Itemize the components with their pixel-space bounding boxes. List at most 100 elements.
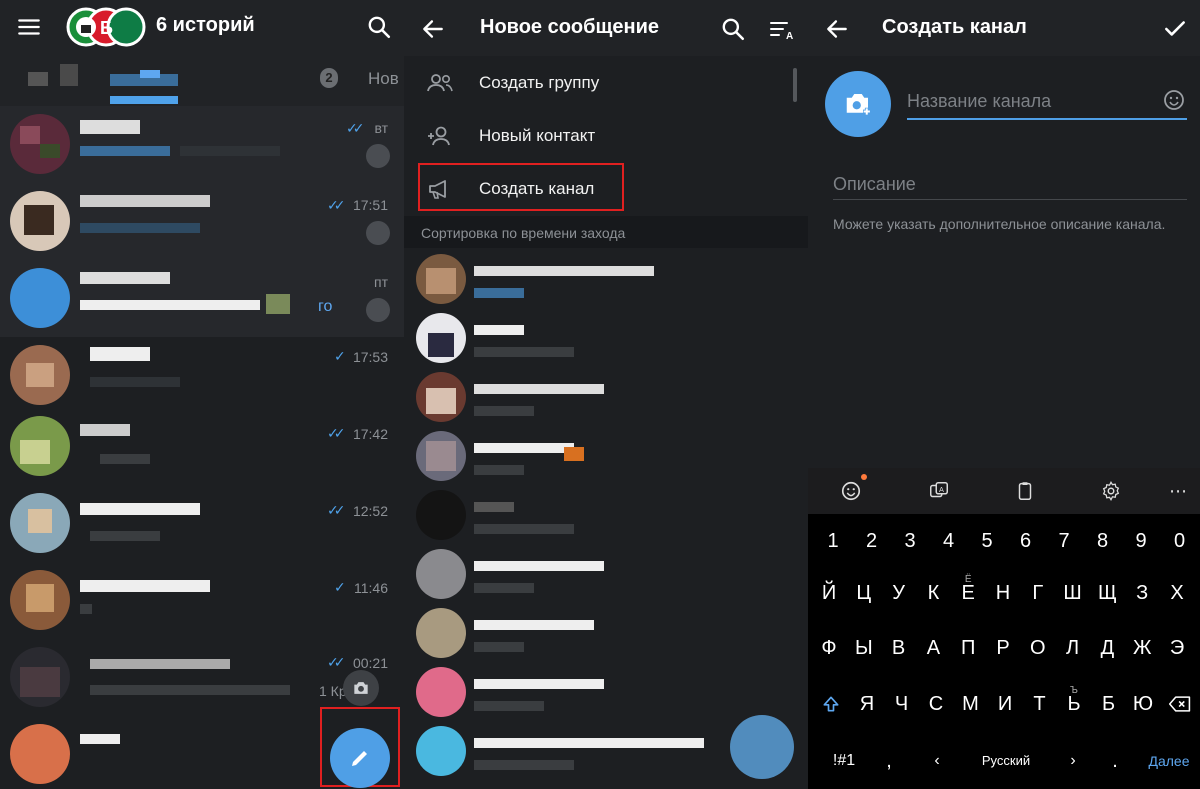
key-И[interactable]: И: [988, 679, 1022, 729]
key-Х[interactable]: Х: [1160, 568, 1194, 618]
search-icon[interactable]: [720, 16, 746, 42]
shift-key[interactable]: [814, 679, 848, 729]
avatar: [10, 724, 70, 784]
key-З[interactable]: З: [1125, 568, 1159, 618]
next-key[interactable]: Далее: [1142, 736, 1196, 786]
key-Ц[interactable]: Ц: [847, 568, 881, 618]
chat-row[interactable]: ✓✓ 17:51: [0, 183, 404, 260]
key-Т[interactable]: Т: [1023, 679, 1057, 729]
contact-row[interactable]: [404, 368, 808, 427]
settings-gear-icon[interactable]: [1097, 477, 1125, 505]
channel-name-input[interactable]: [907, 84, 1187, 120]
key-Д[interactable]: Д: [1090, 623, 1124, 673]
stories-logo[interactable]: Б: [66, 7, 146, 47]
key-Й[interactable]: Й: [812, 568, 846, 618]
symbols-key[interactable]: !#1: [822, 736, 866, 786]
key-Э[interactable]: Э: [1160, 623, 1194, 673]
page-title: Новое сообщение: [480, 16, 659, 38]
keyboard-bottom-row: !#1 , ‹ Русский › . Далее: [808, 736, 1200, 786]
key-3[interactable]: 3: [893, 516, 927, 566]
key-0[interactable]: 0: [1163, 516, 1197, 566]
key-Ь[interactable]: ЬЪ: [1057, 679, 1091, 729]
key-Б[interactable]: Б: [1092, 679, 1126, 729]
key-Л[interactable]: Л: [1056, 623, 1090, 673]
pin-icon: [366, 144, 390, 168]
new-contact-item[interactable]: Новый контакт: [404, 110, 794, 162]
chat-row[interactable]: ✓ 17:53: [0, 337, 404, 414]
set-channel-photo-button[interactable]: [825, 71, 891, 137]
contact-row[interactable]: [404, 545, 808, 604]
chat-row[interactable]: ✓ 11:46: [0, 568, 404, 645]
contact-row[interactable]: [404, 663, 808, 722]
contact-row[interactable]: [404, 604, 808, 663]
backspace-key[interactable]: [1160, 679, 1200, 729]
contact-row[interactable]: [404, 486, 808, 545]
key-Ж[interactable]: Ж: [1125, 623, 1159, 673]
key-Я[interactable]: Я: [850, 679, 884, 729]
sort-icon[interactable]: A: [768, 16, 796, 42]
new-message-button[interactable]: [330, 728, 390, 788]
language-left-key[interactable]: ‹: [920, 736, 954, 786]
contact-row[interactable]: [404, 250, 808, 309]
emoji-icon[interactable]: [1162, 88, 1186, 112]
chat-row[interactable]: ✓✓ 17:42: [0, 414, 404, 491]
key-Ы[interactable]: Ы: [847, 623, 881, 673]
chat-row[interactable]: пт го: [0, 260, 404, 337]
key-Щ[interactable]: Щ: [1090, 568, 1124, 618]
key-Г[interactable]: Г: [1021, 568, 1055, 618]
key-Е[interactable]: ЕЁ: [951, 568, 985, 618]
key-П[interactable]: П: [951, 623, 985, 673]
key-К[interactable]: К: [916, 568, 950, 618]
search-icon[interactable]: [366, 14, 392, 40]
key-М[interactable]: М: [954, 679, 988, 729]
stories-title[interactable]: 6 историй: [156, 14, 255, 37]
comma-key[interactable]: ,: [872, 736, 906, 786]
key-Ч[interactable]: Ч: [885, 679, 919, 729]
key-2[interactable]: 2: [855, 516, 889, 566]
contact-row[interactable]: [404, 309, 808, 368]
key-Н[interactable]: Н: [986, 568, 1020, 618]
key-1[interactable]: 1: [816, 516, 850, 566]
chat-row[interactable]: ✓✓ 12:52: [0, 491, 404, 568]
chat-row[interactable]: ✓✓ вт: [0, 106, 404, 183]
camera-icon[interactable]: [343, 670, 379, 706]
tab-unread-badge: 2: [320, 68, 338, 88]
key-9[interactable]: 9: [1124, 516, 1158, 566]
more-icon[interactable]: ⋯: [1164, 477, 1192, 505]
key-7[interactable]: 7: [1047, 516, 1081, 566]
keyboard-emoji-icon[interactable]: [837, 477, 865, 505]
key-О[interactable]: О: [1021, 623, 1055, 673]
avatar: [416, 372, 466, 422]
key-А[interactable]: А: [916, 623, 950, 673]
translate-icon[interactable]: A: [925, 477, 953, 505]
key-Р[interactable]: Р: [986, 623, 1020, 673]
key-Ю[interactable]: Ю: [1126, 679, 1160, 729]
key-Ш[interactable]: Ш: [1056, 568, 1090, 618]
key-Ф[interactable]: Ф: [812, 623, 846, 673]
back-arrow-icon[interactable]: [824, 16, 850, 42]
key-8[interactable]: 8: [1086, 516, 1120, 566]
key-5[interactable]: 5: [970, 516, 1004, 566]
menu-icon[interactable]: [16, 14, 42, 40]
blurred-tab[interactable]: [28, 72, 48, 86]
back-arrow-icon[interactable]: [420, 16, 446, 42]
tab-next-label[interactable]: Нов: [368, 69, 399, 89]
check-icon[interactable]: [1162, 16, 1188, 42]
blurred-tab[interactable]: [60, 64, 78, 86]
key-У[interactable]: У: [882, 568, 916, 618]
channel-description-input[interactable]: [833, 170, 1187, 200]
avatar: [416, 726, 466, 776]
avatar: [416, 549, 466, 599]
language-right-key[interactable]: ›: [1056, 736, 1090, 786]
period-key[interactable]: .: [1098, 736, 1132, 786]
create-channel-highlight-frame: [418, 163, 624, 211]
key-В[interactable]: В: [882, 623, 916, 673]
key-4[interactable]: 4: [932, 516, 966, 566]
scrollbar[interactable]: [793, 68, 797, 102]
contact-row[interactable]: [404, 427, 808, 486]
clipboard-icon[interactable]: [1011, 477, 1039, 505]
space-key[interactable]: Русский: [958, 736, 1054, 786]
key-С[interactable]: С: [919, 679, 953, 729]
key-6[interactable]: 6: [1009, 516, 1043, 566]
create-group-item[interactable]: Создать группу: [404, 57, 794, 109]
